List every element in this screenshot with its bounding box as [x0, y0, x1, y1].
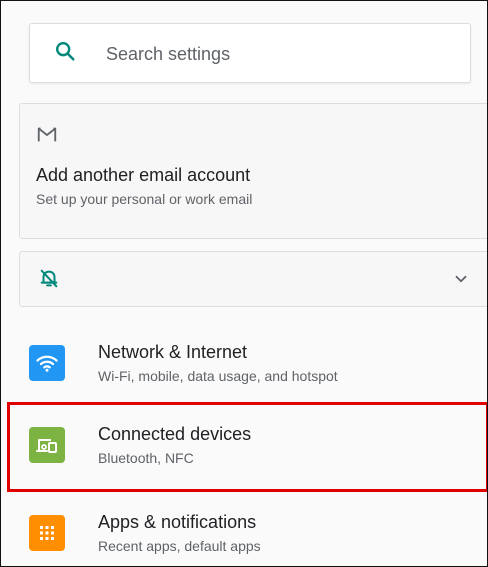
search-bar[interactable]: Search settings — [29, 23, 471, 83]
settings-item-network-internet[interactable]: Network & Internet Wi-Fi, mobile, data u… — [1, 327, 487, 407]
settings-item-summary: Recent apps, default apps — [98, 538, 261, 554]
suggestion-card-email[interactable]: Add another email account Set up your pe… — [19, 103, 487, 239]
settings-screen: Search settings Add another email accoun… — [0, 0, 488, 567]
search-placeholder: Search settings — [106, 44, 231, 64]
apps-grid-icon — [29, 515, 65, 551]
selection-highlight — [7, 402, 487, 492]
settings-item-summary: Wi-Fi, mobile, data usage, and hotspot — [98, 368, 338, 384]
settings-item-apps-notifications[interactable]: Apps & notifications Recent apps, defaul… — [1, 497, 487, 566]
gmail-icon — [36, 124, 58, 146]
suggestion-title: Add another email account — [36, 165, 251, 185]
search-icon — [54, 40, 76, 62]
settings-item-label: Apps & notifications — [98, 512, 257, 532]
bell-off-icon — [38, 266, 60, 290]
settings-item-label: Network & Internet — [98, 342, 248, 362]
suggestion-summary: Set up your personal or work email — [36, 191, 253, 207]
chevron-down-icon[interactable] — [452, 270, 470, 288]
wifi-icon — [29, 345, 65, 381]
condition-card-notifications[interactable] — [19, 251, 487, 307]
